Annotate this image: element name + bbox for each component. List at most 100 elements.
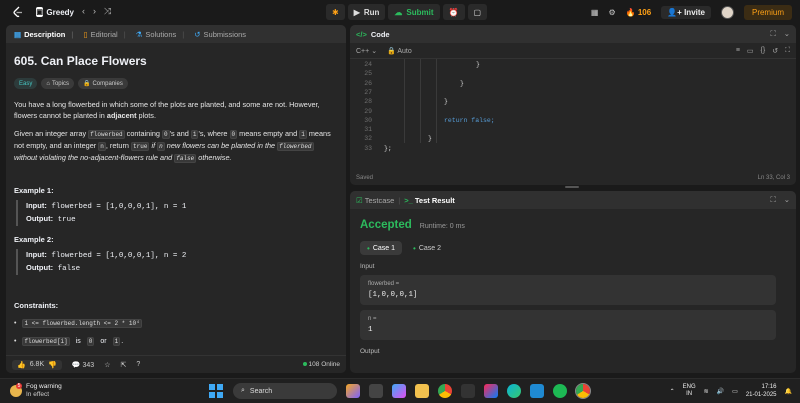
fullscreen-icon[interactable]: ⛶ [785,47,790,55]
problem-list-button[interactable]: ▣ Greedy [34,6,74,18]
runtime-label: Runtime: 0 ms [419,223,465,230]
tab-testcase[interactable]: ☑ Testcase [356,196,394,205]
taskbar-search[interactable]: ⌕ Search [233,383,337,399]
language-indicator[interactable]: ENG IN [683,384,696,398]
app-icon-colorful[interactable] [346,384,360,398]
intellij-icon[interactable] [484,384,498,398]
invite-label: Invite [684,7,705,17]
lock-icon: 🔒 [387,47,396,55]
chevron-up-icon[interactable]: ⌃ [670,388,675,395]
layout-icon[interactable]: ▦ [591,8,599,17]
code-line: 27 [350,89,372,98]
clock-time: 17:16 [761,384,777,390]
case-2-tab[interactable]: • Case 2 [406,241,448,255]
notes-button[interactable]: ▢ [467,4,488,20]
desc-text: Given an integer array [14,129,87,138]
reset-icon[interactable]: ↺ [772,47,778,55]
tab-solutions[interactable]: ⚗ Solutions | [132,30,189,39]
collapse-icon[interactable]: ⌄ [784,195,790,205]
auto-mode-toggle[interactable]: 🔒 Auto [387,47,412,55]
inline-code: 1 [299,130,307,139]
chrome-active-icon[interactable] [575,383,591,399]
settings-gear-icon[interactable]: ⚙ [608,8,615,17]
next-problem-icon[interactable]: › [93,6,96,17]
share-icon[interactable]: ⇱ [120,361,126,369]
edge-icon[interactable] [507,384,521,398]
comments-button[interactable]: 💬 343 [72,361,94,369]
companies-tag[interactable]: 🔒 Companies [77,78,128,89]
language-label: C++ [356,47,370,55]
avatar[interactable] [720,5,734,19]
like-count: 6.8K [29,360,45,368]
submit-button[interactable]: ☁ Submit [388,4,440,20]
premium-button[interactable]: Premium [743,4,792,20]
weather-widget[interactable]: 5 Fog warning In effect [10,383,62,399]
language-select[interactable]: C++ ⌄ [356,47,377,55]
lang-code: ENG [682,384,696,390]
tab-description[interactable]: ▤ Description | [10,30,77,39]
like-button[interactable]: 👍 6.8K 👎 [12,359,62,370]
battery-icon[interactable]: ▭ [732,388,738,395]
desc-text: , return [105,141,129,150]
case-1-tab[interactable]: • Case 1 [360,241,402,255]
topics-tag[interactable]: ⌂ Topics [41,78,74,89]
help-icon[interactable]: ? [136,361,140,368]
chrome-icon[interactable] [438,384,452,398]
vscode-icon[interactable] [530,384,544,398]
tab-test-result[interactable]: >_ Test Result [404,196,455,205]
bookmark-icon[interactable]: ▭ [747,47,754,55]
clock[interactable]: 17:16 21-01-2025 [746,383,777,399]
online-label: 108 Online [308,361,340,368]
volume-icon[interactable]: 🔊 [717,388,724,395]
line-number: 33 [364,144,372,152]
desc-bold: adjacent [106,111,137,120]
collapse-icon[interactable]: ⌄ [784,29,790,39]
code-line: 33 [350,145,372,154]
desc-text: new flowers can be planted in the [166,141,276,150]
file-explorer-icon[interactable] [415,384,429,398]
timer-button[interactable]: ⏰ [442,4,465,20]
shuffle-icon[interactable]: ⤨ [104,6,111,17]
code-line: 31 [350,126,372,135]
lang-region: IN [686,391,693,397]
streak-count: 106 [637,7,652,17]
constraint-text: . [121,338,124,345]
star-icon[interactable]: ☆ [104,361,110,369]
constraint-text: is [75,338,81,345]
task-view-icon[interactable] [369,384,383,398]
line-number: 27 [364,88,372,96]
leetcode-logo-icon[interactable] [12,6,24,18]
run-button[interactable]: ▶ Run [347,4,386,20]
code-editor[interactable]: 24} 25 26} 27 28} 29 30 return false; 31 32} 33}; [350,59,796,169]
comment-count: 343 [82,361,95,369]
prev-problem-icon[interactable]: ‹ [82,6,85,17]
problem-title[interactable]: 605. Can Place Flowers [14,54,338,68]
maximize-icon[interactable]: ⛶ [770,29,775,39]
ms-store-icon[interactable] [461,384,475,398]
code-text: return false; [444,117,495,124]
spotify-icon[interactable] [553,384,567,398]
chevron-down-icon: ⌄ [371,47,378,55]
case-label: Case 2 [418,244,441,252]
format-icon[interactable]: ≡ [736,47,740,55]
windows-start-icon[interactable] [209,384,223,398]
invite-button[interactable]: 👤+ Invite [661,5,711,19]
tab-editorial[interactable]: ▯ Editorial | [79,30,129,39]
description-icon: ▤ [14,29,22,39]
tab-submissions[interactable]: ↺ Submissions [190,30,250,39]
code-title: Code [370,29,390,39]
tab-description-label: Description [24,29,66,39]
streak-counter[interactable]: 🔥 106 [626,8,652,17]
line-number: 26 [364,79,372,87]
tab-solutions-label: Solutions [145,29,177,39]
wifi-icon[interactable]: ≋ [704,388,709,395]
maximize-icon[interactable]: ⛶ [770,195,775,205]
clock-date: 21-01-2025 [745,392,777,398]
braces-icon[interactable]: {} [761,47,766,55]
book-icon: ▯ [83,29,88,39]
debug-button[interactable]: ✱ [326,4,345,20]
notification-bell-icon[interactable]: 🔔 [785,388,792,395]
copilot-icon[interactable] [392,384,406,398]
online-dot-icon [302,362,307,366]
panel-resize-handle[interactable] [565,186,579,188]
